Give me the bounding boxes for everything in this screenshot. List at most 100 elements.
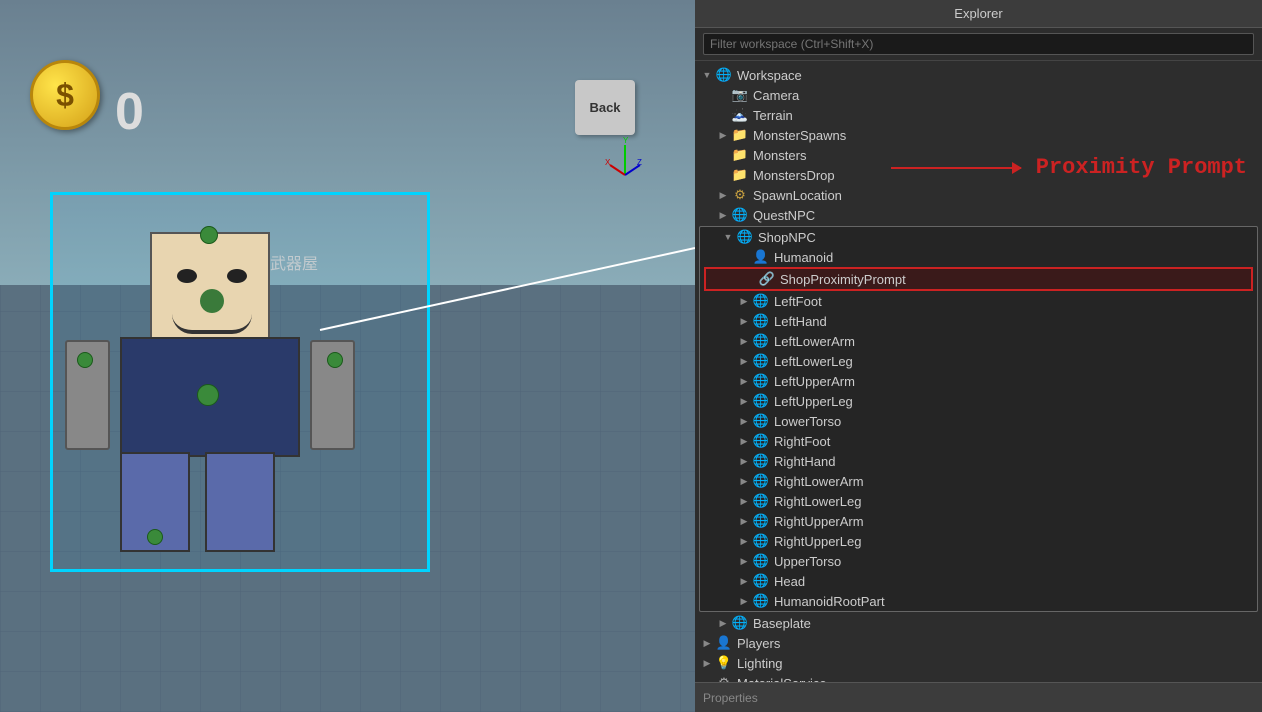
- expand-arrow-rightupperarm[interactable]: ▶: [736, 513, 752, 529]
- expand-arrow-shopproximityprompt[interactable]: [742, 271, 758, 287]
- expand-arrow-monstersdrop[interactable]: [715, 167, 731, 183]
- tree-item-rightfoot[interactable]: ▶🌐RightFoot: [700, 431, 1257, 451]
- tree-item-leftlowerarm[interactable]: ▶🌐LeftLowerArm: [700, 331, 1257, 351]
- label-leftupperleg: LeftUpperLeg: [774, 394, 853, 409]
- green-dot-right-arm: [327, 352, 343, 368]
- label-humanoidrootpart: HumanoidRootPart: [774, 594, 885, 609]
- icon-questnpc: 🌐: [731, 206, 749, 224]
- green-dot-left-arm: [77, 352, 93, 368]
- label-rightlowerarm: RightLowerArm: [774, 474, 864, 489]
- icon-baseplate: 🌐: [731, 614, 749, 632]
- label-lefthand: LeftHand: [774, 314, 827, 329]
- tree-item-shopproximityprompt[interactable]: 🔗ShopProximityPrompt: [704, 267, 1253, 291]
- tree-item-monsterspawns[interactable]: ▶📁MonsterSpawns: [695, 125, 1262, 145]
- icon-terrain: 🗻: [731, 106, 749, 124]
- label-leftlowerleg: LeftLowerLeg: [774, 354, 853, 369]
- npc-eye-right: [227, 269, 247, 283]
- back-button[interactable]: Back: [575, 80, 635, 135]
- label-baseplate: Baseplate: [753, 616, 811, 631]
- icon-leftlowerarm: 🌐: [752, 332, 770, 350]
- tree-item-rightlowerleg[interactable]: ▶🌐RightLowerLeg: [700, 491, 1257, 511]
- expand-arrow-shopnpc[interactable]: ▼: [720, 229, 736, 245]
- expand-arrow-leftfoot[interactable]: ▶: [736, 293, 752, 309]
- label-head: Head: [774, 574, 805, 589]
- expand-arrow-lowertorso[interactable]: ▶: [736, 413, 752, 429]
- annotation-arrow-line: [891, 167, 1021, 169]
- tree-item-workspace[interactable]: ▼🌐Workspace: [695, 65, 1262, 85]
- expand-arrow-rightupperleg[interactable]: ▶: [736, 533, 752, 549]
- expand-arrow-baseplate[interactable]: ▶: [715, 615, 731, 631]
- svg-text:X: X: [605, 158, 611, 167]
- expand-arrow-workspace[interactable]: ▼: [699, 67, 715, 83]
- tree-item-camera[interactable]: 📷Camera: [695, 85, 1262, 105]
- icon-players: 👤: [715, 634, 733, 652]
- tree-item-righthand[interactable]: ▶🌐RightHand: [700, 451, 1257, 471]
- label-shopnpc: ShopNPC: [758, 230, 816, 245]
- proximity-prompt-label: Proximity Prompt: [1036, 155, 1247, 180]
- expand-arrow-materialservice[interactable]: [699, 675, 715, 682]
- expand-arrow-rightlowerarm[interactable]: ▶: [736, 473, 752, 489]
- expand-arrow-rightlowerleg[interactable]: ▶: [736, 493, 752, 509]
- expand-arrow-players[interactable]: ▶: [699, 635, 715, 651]
- tree-item-baseplate[interactable]: ▶🌐 Baseplate: [695, 613, 1262, 633]
- tree-item-head[interactable]: ▶🌐Head: [700, 571, 1257, 591]
- expand-arrow-humanoidrootpart[interactable]: ▶: [736, 593, 752, 609]
- tree-item-shopnpc[interactable]: ▼🌐 ShopNPC: [700, 227, 1257, 247]
- expand-arrow-lighting[interactable]: ▶: [699, 655, 715, 671]
- expand-arrow-terrain[interactable]: [715, 107, 731, 123]
- tree-item-leftfoot[interactable]: ▶🌐LeftFoot: [700, 291, 1257, 311]
- label-workspace: Workspace: [737, 68, 802, 83]
- tree-item-materialservice[interactable]: ⚙MaterialService: [695, 673, 1262, 682]
- green-dot-left-leg: [147, 529, 163, 545]
- expand-arrow-leftupperarm[interactable]: ▶: [736, 373, 752, 389]
- expand-arrow-uppertorso[interactable]: ▶: [736, 553, 752, 569]
- label-uppertorso: UpperTorso: [774, 554, 841, 569]
- expand-arrow-leftupperleg[interactable]: ▶: [736, 393, 752, 409]
- label-rightupperarm: RightUpperArm: [774, 514, 864, 529]
- expand-arrow-monsters[interactable]: [715, 147, 731, 163]
- tree-item-leftupperarm[interactable]: ▶🌐LeftUpperArm: [700, 371, 1257, 391]
- icon-shopnpc: 🌐: [736, 228, 754, 246]
- tree-item-questnpc[interactable]: ▶🌐 QuestNPC: [695, 205, 1262, 225]
- tree-item-lowertorso[interactable]: ▶🌐LowerTorso: [700, 411, 1257, 431]
- proximity-annotation: Proximity Prompt: [1036, 155, 1247, 180]
- expand-arrow-monsterspawns[interactable]: ▶: [715, 127, 731, 143]
- tree-item-players[interactable]: ▶👤Players: [695, 633, 1262, 653]
- label-righthand: RightHand: [774, 454, 835, 469]
- tree-item-humanoid[interactable]: 👤Humanoid: [700, 247, 1257, 267]
- annotation-arrowhead: [1012, 162, 1022, 174]
- label-questnpc: QuestNPC: [753, 208, 815, 223]
- npc-right-arm: [310, 340, 355, 450]
- expand-arrow-camera[interactable]: [715, 87, 731, 103]
- tree-item-lighting[interactable]: ▶💡Lighting: [695, 653, 1262, 673]
- icon-monsters: 📁: [731, 146, 749, 164]
- expand-arrow-head[interactable]: ▶: [736, 573, 752, 589]
- expand-arrow-lefthand[interactable]: ▶: [736, 313, 752, 329]
- icon-uppertorso: 🌐: [752, 552, 770, 570]
- filter-input[interactable]: [703, 33, 1254, 55]
- npc-container: [30, 172, 450, 592]
- expand-arrow-righthand[interactable]: ▶: [736, 453, 752, 469]
- expand-arrow-leftlowerleg[interactable]: ▶: [736, 353, 752, 369]
- label-monsters: Monsters: [753, 148, 806, 163]
- tree-item-humanoidrootpart[interactable]: ▶🌐HumanoidRootPart: [700, 591, 1257, 611]
- npc-left-leg: [120, 452, 190, 552]
- expand-arrow-rightfoot[interactable]: ▶: [736, 433, 752, 449]
- tree-item-uppertorso[interactable]: ▶🌐 UpperTorso: [700, 551, 1257, 571]
- svg-text:Z: Z: [637, 158, 642, 167]
- icon-lefthand: 🌐: [752, 312, 770, 330]
- svg-text:Y: Y: [623, 136, 629, 145]
- expand-arrow-questnpc[interactable]: ▶: [715, 207, 731, 223]
- expand-arrow-spawnlocation[interactable]: ▶: [715, 187, 731, 203]
- tree-item-terrain[interactable]: 🗻Terrain: [695, 105, 1262, 125]
- icon-lowertorso: 🌐: [752, 412, 770, 430]
- tree-item-rightlowerarm[interactable]: ▶🌐RightLowerArm: [700, 471, 1257, 491]
- tree-item-rightupperleg[interactable]: ▶🌐RightUpperLeg: [700, 531, 1257, 551]
- tree-item-leftupperleg[interactable]: ▶🌐LeftUpperLeg: [700, 391, 1257, 411]
- expand-arrow-leftlowerarm[interactable]: ▶: [736, 333, 752, 349]
- tree-item-rightupperarm[interactable]: ▶🌐RightUpperArm: [700, 511, 1257, 531]
- tree-item-spawnlocation[interactable]: ▶⚙SpawnLocation: [695, 185, 1262, 205]
- tree-item-leftlowerleg[interactable]: ▶🌐LeftLowerLeg: [700, 351, 1257, 371]
- expand-arrow-humanoid[interactable]: [736, 249, 752, 265]
- tree-item-lefthand[interactable]: ▶🌐 LeftHand: [700, 311, 1257, 331]
